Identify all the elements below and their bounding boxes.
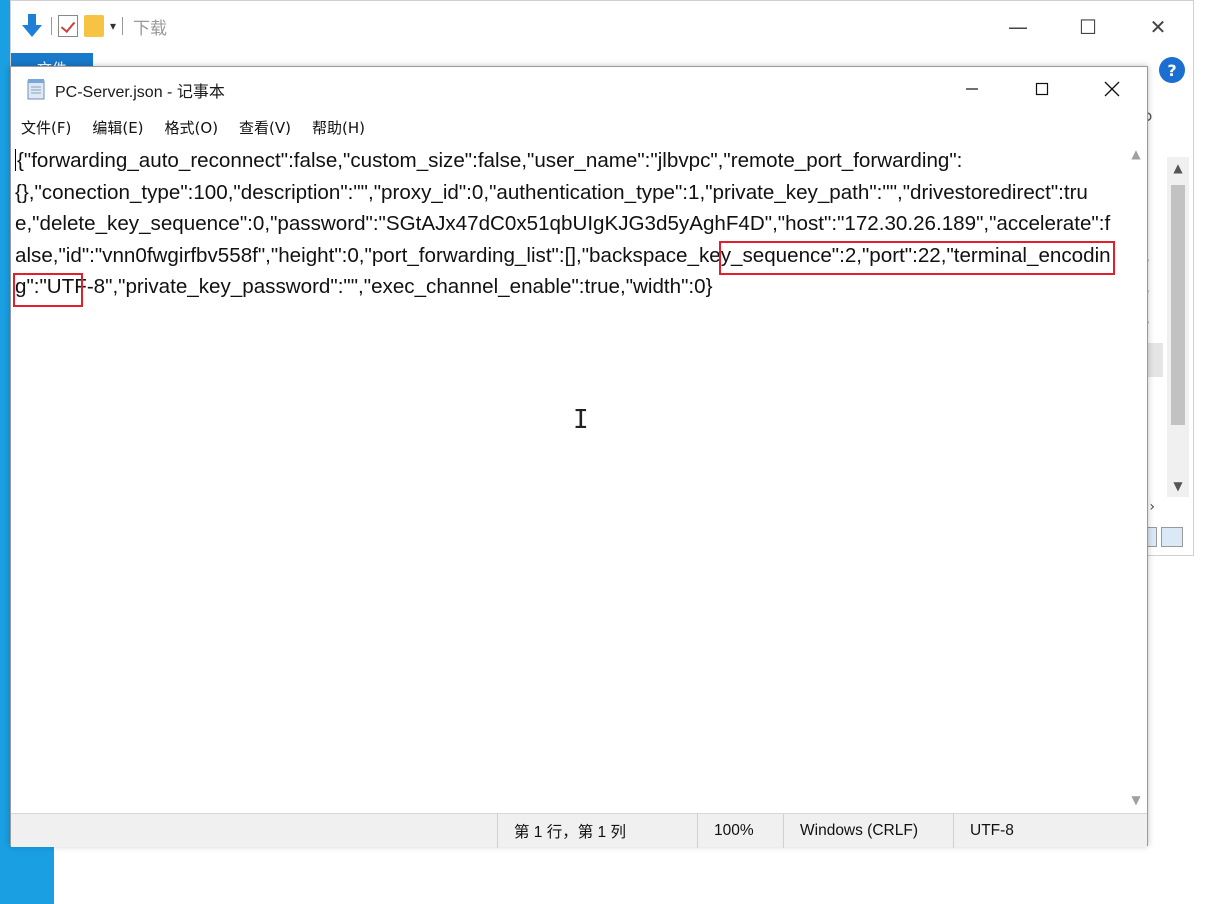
status-bar: 第 1 行，第 1 列 100% Windows (CRLF) UTF-8 <box>11 813 1147 848</box>
text-editor-area[interactable]: {"forwarding_auto_reconnect":false,"cust… <box>11 143 1127 811</box>
menu-help[interactable]: 帮助(H) <box>312 117 365 138</box>
explorer-title: 下载 <box>133 18 168 39</box>
customize-dropdown-icon[interactable]: ▾ <box>110 19 116 33</box>
help-icon[interactable]: ? <box>1159 57 1185 83</box>
toolbar-separator <box>122 17 124 35</box>
new-folder-icon[interactable] <box>84 15 104 37</box>
close-icon <box>1104 81 1120 97</box>
explorer-close-button[interactable]: ✕ <box>1123 1 1193 53</box>
maximize-icon <box>1035 82 1049 96</box>
toolbar-separator <box>51 17 52 35</box>
large-icons-view-icon[interactable] <box>1161 527 1183 547</box>
scroll-right-icon[interactable]: › <box>1149 499 1155 515</box>
status-zoom: 100% <box>697 813 783 848</box>
notepad-app-icon <box>27 79 45 100</box>
notepad-window-controls <box>937 67 1147 111</box>
scroll-down-icon[interactable]: ▼ <box>1167 475 1189 497</box>
notepad-menubar: 文件(F) 编辑(E) 格式(O) 查看(V) 帮助(H) <box>11 113 1147 141</box>
menu-edit[interactable]: 编辑(E) <box>92 117 143 138</box>
maximize-button[interactable] <box>1007 67 1077 111</box>
close-button[interactable] <box>1077 67 1147 111</box>
file-content[interactable]: {"forwarding_auto_reconnect":false,"cust… <box>15 145 1121 303</box>
menu-view[interactable]: 查看(V) <box>239 117 291 138</box>
explorer-minimize-button[interactable]: — <box>983 1 1053 53</box>
notepad-vertical-scrollbar[interactable]: ▲ ▼ <box>1125 143 1147 811</box>
password-highlight-box-part2 <box>13 273 83 307</box>
explorer-titlebar: ▾ 下载 — ☐ ✕ <box>11 1 1193 53</box>
password-highlight-box-part1 <box>719 241 1115 275</box>
notepad-window: PC-Server.json - 记事本 文件(F) 编辑(E) 格式(O) 查… <box>10 66 1148 848</box>
properties-icon[interactable] <box>58 15 78 37</box>
status-encoding: UTF-8 <box>953 813 1123 848</box>
menu-format[interactable]: 格式(O) <box>165 117 219 138</box>
password-value: SGtAJx47dC0x51qbUIgKJG3d5yAghF4D <box>385 212 765 236</box>
mouse-ibeam-cursor-icon: I <box>573 405 589 435</box>
scroll-up-icon[interactable]: ▲ <box>1167 157 1189 179</box>
status-line-ending: Windows (CRLF) <box>783 813 953 848</box>
explorer-vertical-scrollbar[interactable]: ▲ ▼ <box>1167 157 1189 497</box>
scrollbar-thumb[interactable] <box>1171 185 1185 425</box>
explorer-maximize-button[interactable]: ☐ <box>1053 1 1123 53</box>
scroll-up-icon[interactable]: ▲ <box>1125 143 1147 165</box>
explorer-window-controls: — ☐ ✕ <box>983 1 1193 53</box>
menu-file[interactable]: 文件(F) <box>21 117 71 138</box>
text-caret <box>15 149 16 171</box>
download-arrow-icon[interactable] <box>19 13 45 39</box>
status-cursor-position: 第 1 行，第 1 列 <box>497 813 697 848</box>
scroll-down-icon[interactable]: ▼ <box>1125 789 1147 811</box>
notepad-titlebar: PC-Server.json - 记事本 <box>11 67 1147 111</box>
notepad-title: PC-Server.json - 记事本 <box>55 84 225 101</box>
quick-access-toolbar: ▾ 下载 <box>19 11 167 41</box>
minimize-button[interactable] <box>937 67 1007 111</box>
minimize-icon <box>966 88 978 90</box>
